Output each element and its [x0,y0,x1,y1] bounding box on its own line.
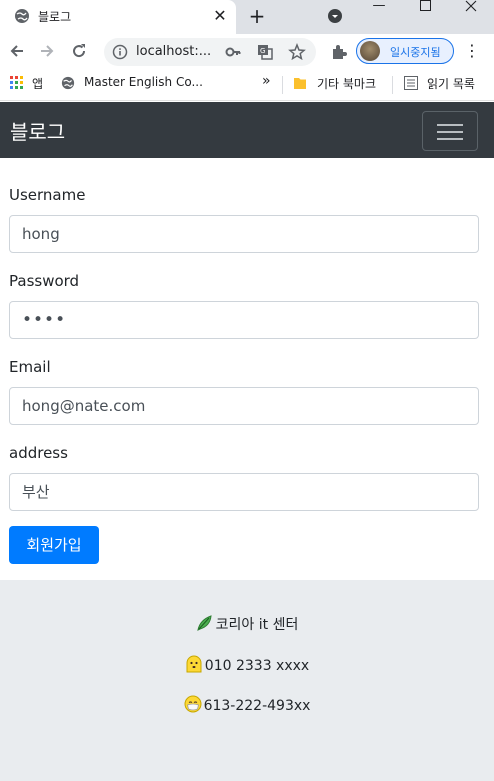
bookmarks-bar: 앱 Master English Co... » 기타 북마크 읽기 목록 [0,70,494,101]
navbar-brand[interactable]: 블로그 [10,116,65,145]
info-icon[interactable] [112,44,128,60]
footer-company: 코리아 it 센터 [0,614,494,634]
globe-icon [15,9,29,23]
tab-search-icon[interactable] [327,8,343,24]
translate-icon[interactable]: G [256,43,274,61]
leaf-icon [196,615,212,631]
kebab-icon[interactable]: ⋮ [462,40,482,64]
bookmark-separator [392,76,393,94]
email-input[interactable]: hong@nate.com [9,387,479,425]
bookmark-apps[interactable]: 앱 [32,75,43,92]
username-label: Username [9,186,86,204]
address-label: address [9,444,68,462]
profile-label: 일시중지됨 [390,46,441,59]
signup-button[interactable]: 회원가입 [9,526,99,564]
minimize-button[interactable]: — [356,0,402,30]
footer-number: 613-222-493xx [0,695,494,714]
avatar [360,41,380,61]
username-input[interactable]: hong [9,215,479,253]
footer-phone-text: 010 2333 xxxx [204,658,310,674]
svg-text:G: G [260,47,265,55]
address-input[interactable]: 부산 [9,473,479,511]
maximize-button[interactable] [402,0,448,30]
email-label: Email [9,358,51,376]
mask-face-icon [184,695,202,713]
bookmark-separator [282,76,283,94]
browser-tab-strip: 블로그 ✕ + — [0,0,494,34]
hamburger-icon [437,124,463,126]
face-icon [186,655,202,673]
footer-phone: 010 2333 xxxx [0,655,494,674]
navbar-toggler-button[interactable] [422,111,478,151]
password-input[interactable]: •••• [9,301,479,339]
folder-icon [294,78,306,89]
footer-number-text: 613-222-493xx [203,698,311,714]
password-label: Password [9,272,80,290]
reload-icon[interactable] [67,39,91,63]
back-icon[interactable] [5,39,29,63]
close-icon[interactable]: ✕ [211,6,229,26]
profile-button[interactable]: 일시중지됨 [356,38,454,64]
url-text: localhost:... [136,44,212,59]
address-bar[interactable]: localhost:... G [104,38,316,66]
bookmark-other[interactable]: 기타 북마크 [317,75,376,92]
browser-tab[interactable]: 블로그 ✕ [0,0,236,34]
reading-list[interactable]: 읽기 목록 [427,75,475,92]
apps-icon[interactable] [10,76,24,90]
reading-list-icon [404,76,418,90]
maximize-icon [419,0,431,11]
key-icon[interactable] [224,43,242,61]
forward-icon[interactable] [35,39,59,63]
window-close-button[interactable] [448,0,494,30]
star-icon[interactable] [288,43,306,61]
footer-company-text: 코리아 it 센터 [215,617,299,633]
plus-icon[interactable]: + [246,4,268,28]
tab-title: 블로그 [38,10,72,24]
globe-icon [61,76,75,90]
bookmarks-overflow[interactable]: » [262,73,271,89]
site-navbar: 블로그 [0,102,494,158]
extensions-icon[interactable] [330,43,348,61]
window-close-icon [465,0,477,12]
footer: 코리아 it 센터 010 2333 xxxx 613-222-493xx [0,580,494,781]
bookmark-master-english[interactable]: Master English Co... [84,75,203,89]
